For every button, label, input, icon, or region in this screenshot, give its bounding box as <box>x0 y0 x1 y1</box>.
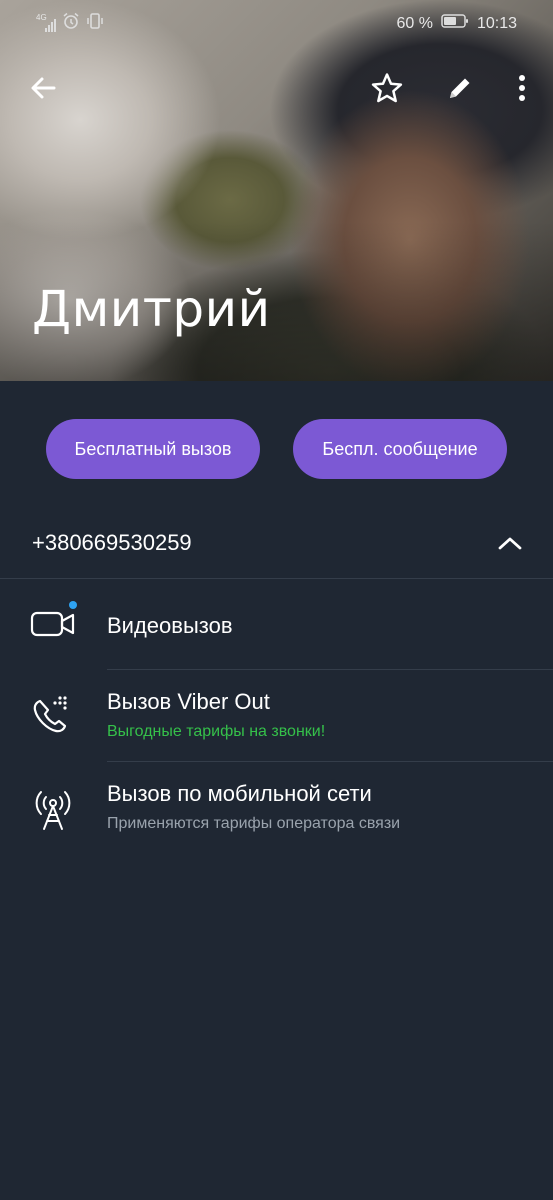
video-call-title: Видеовызов <box>107 613 233 638</box>
more-vertical-icon <box>518 74 526 107</box>
favorite-button[interactable] <box>365 68 409 112</box>
antenna-icon <box>28 785 78 835</box>
phone-keypad-icon <box>28 691 78 741</box>
edit-button[interactable] <box>438 68 482 112</box>
top-action-bar <box>0 66 553 116</box>
back-button[interactable] <box>21 68 65 112</box>
signal-icon: 4G <box>36 12 56 32</box>
mobile-call-option[interactable]: Вызов по мобильной сети Применяются тари… <box>0 763 553 854</box>
free-call-button[interactable]: Бесплатный вызов <box>46 419 260 479</box>
video-camera-icon <box>28 600 78 650</box>
contact-name: Дмитрий <box>32 280 271 338</box>
battery-percent: 60 % <box>396 14 433 32</box>
chevron-up-icon[interactable] <box>495 528 525 558</box>
phone-number-row[interactable]: +380669530259 <box>0 510 553 579</box>
pencil-icon <box>445 73 475 108</box>
mobile-call-title: Вызов по мобильной сети <box>107 781 372 806</box>
more-options-button[interactable] <box>500 68 544 112</box>
back-arrow-icon <box>29 74 57 107</box>
viber-out-title: Вызов Viber Out <box>107 689 270 714</box>
status-bar: 4G 60 % 10:13 <box>0 0 553 46</box>
contact-actions: Бесплатный вызов Беспл. сообщение <box>0 419 553 479</box>
viber-out-subtitle: Выгодные тарифы на звонки! <box>107 723 326 740</box>
vibrate-icon <box>86 12 104 35</box>
divider <box>107 669 553 670</box>
network-type: 4G <box>36 12 47 22</box>
contact-photo-header: 4G 60 % 10:13 Дмитрий <box>0 0 553 381</box>
clock: 10:13 <box>476 14 517 32</box>
viber-out-option[interactable]: Вызов Viber Out Выгодные тарифы на звонк… <box>0 671 553 762</box>
phone-number: +380669530259 <box>32 530 192 555</box>
video-call-option[interactable]: Видеовызов <box>0 579 553 670</box>
star-icon <box>370 71 404 110</box>
mobile-call-subtitle: Применяются тарифы оператора связи <box>107 815 401 832</box>
battery-icon <box>441 13 469 34</box>
alarm-icon <box>62 12 80 35</box>
divider <box>107 761 553 762</box>
free-message-button[interactable]: Беспл. сообщение <box>293 419 507 479</box>
